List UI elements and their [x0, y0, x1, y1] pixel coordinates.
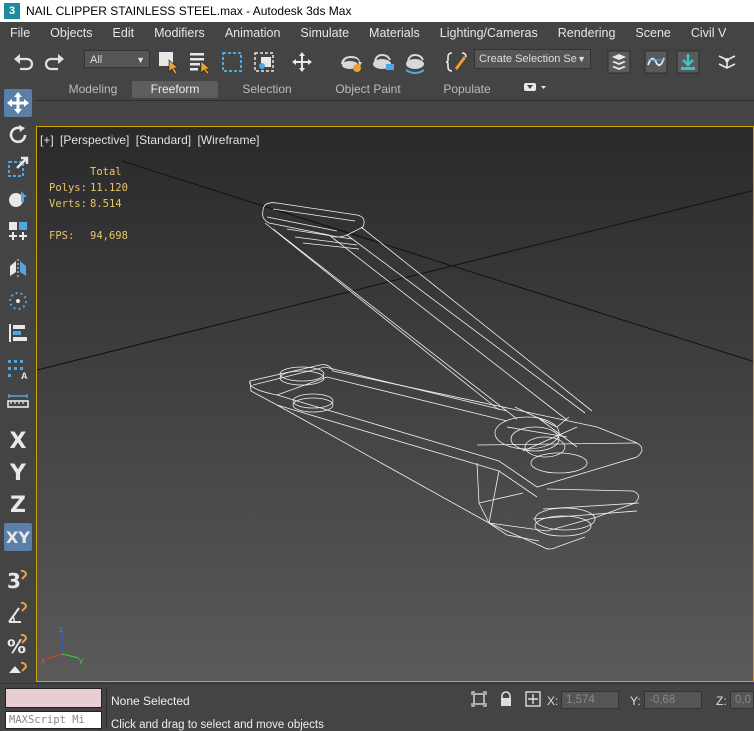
viewport-shading-menu[interactable]: [Standard] [136, 133, 191, 147]
ribbon-options-icon[interactable] [520, 81, 550, 98]
layer-explorer-icon[interactable] [606, 49, 632, 75]
select-and-scale-icon[interactable] [4, 153, 32, 181]
menu-lighting-cameras[interactable]: Lighting/Cameras [430, 22, 548, 44]
menu-edit[interactable]: Edit [103, 22, 145, 44]
menu-objects[interactable]: Objects [40, 22, 102, 44]
perspective-viewport[interactable]: z x y [+] [Perspective] [Standard] [Wire… [36, 126, 754, 682]
snaps-icon[interactable] [714, 49, 740, 75]
percent-snap-icon[interactable]: % [4, 631, 32, 659]
schematic-view-icon[interactable] [675, 49, 701, 75]
align-icon[interactable] [4, 319, 32, 347]
fps-label: FPS: [49, 230, 75, 242]
svg-text:3: 3 [7, 569, 21, 593]
menu-modifiers[interactable]: Modifiers [144, 22, 215, 44]
stats-header: Total [90, 166, 122, 178]
menu-bar: File Objects Edit Modifiers Animation Si… [0, 22, 754, 44]
chevron-down-icon: ▼ [136, 55, 145, 65]
chevron-down-icon: ▼ [577, 54, 586, 64]
ribbon-tabs: Modeling Freeform Selection Object Paint… [36, 79, 754, 101]
named-selection-dropdown[interactable]: Create Selection Se ▼ [474, 49, 591, 69]
title-bar: 3 NAIL CLIPPER STAINLESS STEEL.max - Aut… [0, 0, 754, 22]
tab-object-paint[interactable]: Object Paint [324, 81, 412, 98]
z-axis-constraint[interactable]: Z [4, 491, 32, 519]
left-tool-strip: A X Y Z XY 3 % [0, 79, 36, 683]
svg-text:%: % [7, 636, 26, 657]
snap-toggle-icon[interactable]: 3 [4, 567, 32, 595]
measure-icon[interactable] [4, 387, 32, 415]
tab-modeling[interactable]: Modeling [58, 81, 128, 98]
rect-selection-region-icon[interactable] [219, 49, 245, 75]
z-coord-field[interactable]: 0,0 [730, 691, 754, 709]
undo-icon[interactable] [10, 49, 36, 75]
render-icon[interactable] [402, 49, 428, 75]
fps-value: 94,698 [90, 230, 128, 242]
select-and-move-icon[interactable] [4, 89, 32, 117]
verts-value: 8.514 [90, 198, 122, 210]
menu-civil-view[interactable]: Civil V [681, 22, 736, 44]
tab-freeform[interactable]: Freeform [132, 81, 218, 98]
spinner-snap-icon[interactable] [4, 661, 32, 681]
window-title: NAIL CLIPPER STAINLESS STEEL.max - Autod… [26, 4, 352, 18]
lock-icon[interactable] [497, 690, 515, 708]
spacing-tool-icon[interactable]: A [4, 355, 32, 383]
polys-label: Polys: [49, 182, 87, 194]
status-bar: MAXScript Mi None Selected Click and dra… [0, 683, 754, 731]
menu-animation[interactable]: Animation [215, 22, 291, 44]
x-coord-field[interactable]: 1,574 [561, 691, 619, 709]
menu-rendering[interactable]: Rendering [548, 22, 626, 44]
polys-value: 11.120 [90, 182, 128, 194]
verts-label: Verts: [49, 198, 87, 210]
viewport-plus-menu[interactable]: [+] [40, 133, 54, 147]
curve-editor-icon[interactable] [643, 49, 669, 75]
maxscript-listener-output[interactable] [5, 688, 102, 708]
y-coord-label: Y: [630, 694, 641, 708]
selection-filter-dropdown[interactable]: All ▼ [84, 50, 150, 68]
selection-status: None Selected [111, 694, 190, 708]
tab-selection[interactable]: Selection [230, 81, 304, 98]
pivot-reference-icon[interactable] [4, 217, 32, 245]
viewport-label-menu: [+] [Perspective] [Standard] [Wireframe] [40, 133, 262, 147]
select-and-rotate-icon[interactable] [4, 121, 32, 149]
absolute-mode-icon[interactable] [524, 690, 542, 708]
menu-file[interactable]: File [0, 22, 40, 44]
select-and-place-icon[interactable] [4, 185, 32, 213]
render-setup-icon[interactable] [338, 49, 364, 75]
edit-named-selections-icon[interactable] [444, 49, 470, 75]
app-3dsmax-icon[interactable]: 3 [4, 3, 20, 19]
axis-z-label: z [59, 625, 63, 634]
menu-simulate[interactable]: Simulate [290, 22, 359, 44]
y-axis-constraint[interactable]: Y [4, 459, 32, 487]
z-coord-label: Z: [716, 694, 727, 708]
angle-snap-icon[interactable] [4, 599, 32, 627]
render-frame-icon[interactable] [370, 49, 396, 75]
select-by-name-icon[interactable] [187, 49, 213, 75]
selection-filter-value: All [90, 54, 103, 66]
viewport-pov-menu[interactable]: [Perspective] [60, 133, 129, 147]
y-coord-field[interactable]: -0,68 [644, 691, 702, 709]
x-axis-constraint[interactable]: X [4, 427, 32, 455]
xy-plane-constraint[interactable]: XY [4, 523, 32, 551]
isolate-selection-icon[interactable] [470, 690, 488, 708]
status-divider [106, 687, 107, 729]
mirror-icon[interactable] [4, 255, 32, 283]
array-icon[interactable] [4, 287, 32, 315]
menu-materials[interactable]: Materials [359, 22, 430, 44]
select-object-icon[interactable] [156, 49, 182, 75]
axis-y-label: y [79, 656, 83, 665]
named-selection-value: Create Selection Se [479, 53, 577, 65]
select-move-icon[interactable] [289, 49, 315, 75]
svg-text:A: A [21, 371, 28, 380]
tab-populate[interactable]: Populate [432, 81, 502, 98]
x-coord-label: X: [547, 694, 559, 708]
axis-x-label: x [41, 656, 45, 665]
menu-scene[interactable]: Scene [625, 22, 680, 44]
viewport-display-menu[interactable]: [Wireframe] [197, 133, 259, 147]
maxscript-mini-listener[interactable]: MAXScript Mi [5, 711, 102, 729]
window-crossing-icon[interactable] [251, 49, 277, 75]
prompt-line: Click and drag to select and move object… [111, 719, 324, 731]
redo-icon[interactable] [42, 49, 68, 75]
nail-clipper-wireframe: z x y [37, 160, 753, 665]
